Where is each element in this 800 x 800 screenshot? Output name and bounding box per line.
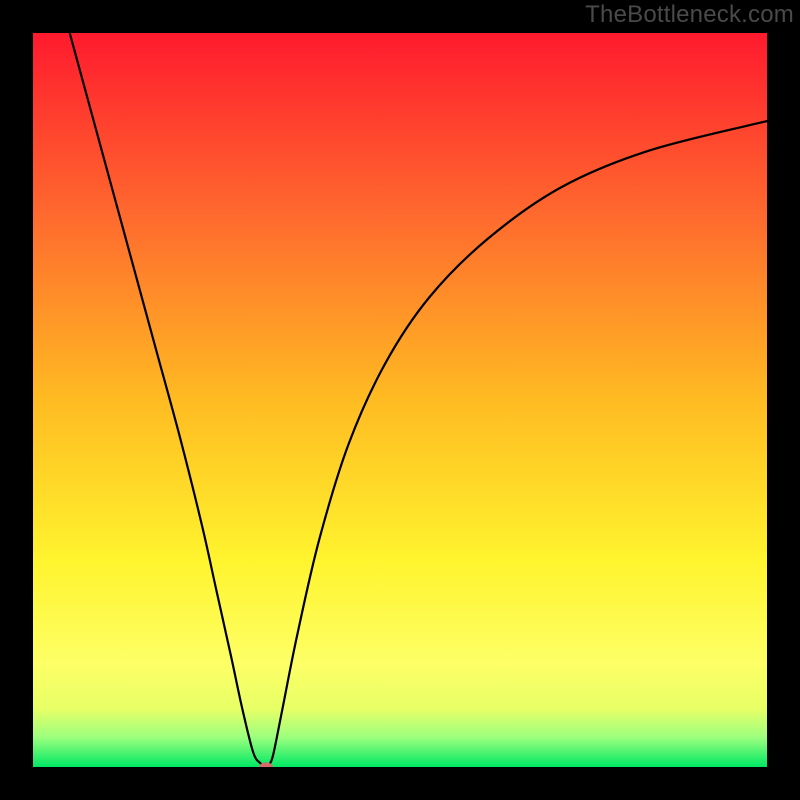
plot-area (33, 33, 767, 767)
optimum-marker (257, 761, 275, 767)
bottleneck-curve (33, 33, 767, 767)
chart-frame (0, 0, 800, 800)
watermark-text: TheBottleneck.com (585, 1, 794, 29)
